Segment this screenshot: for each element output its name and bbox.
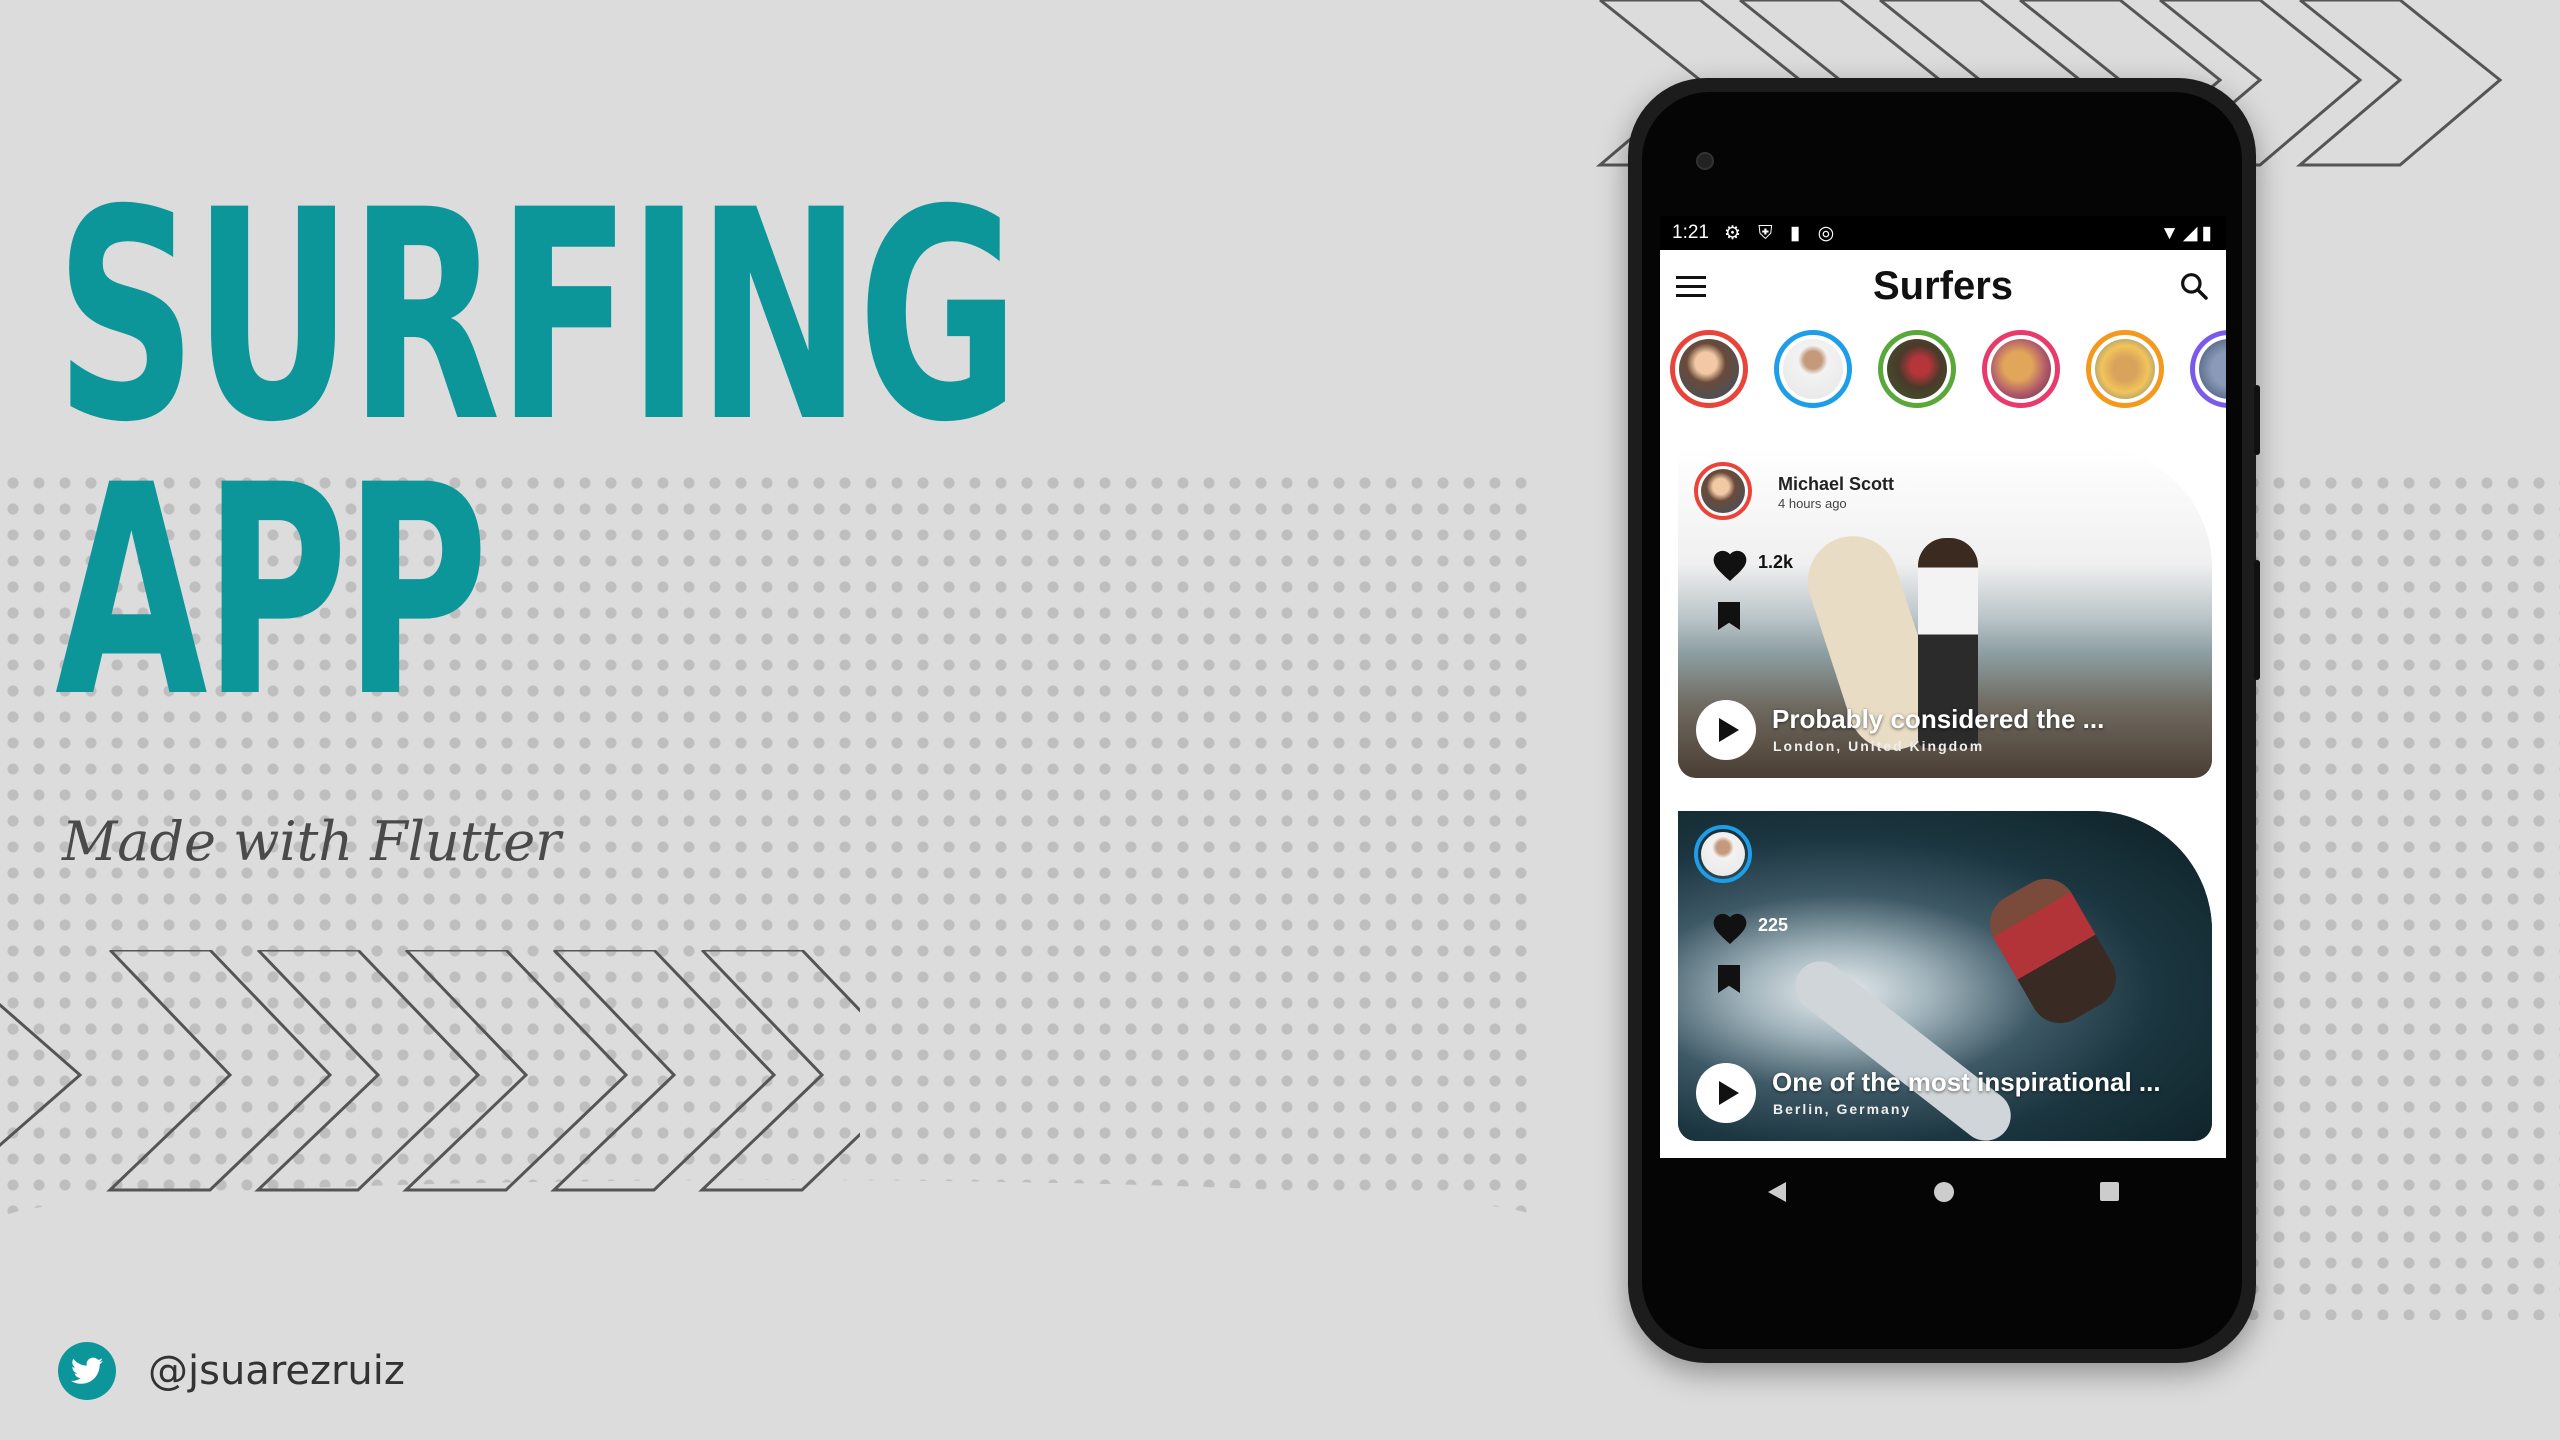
twitter-handle[interactable]: @jsuarezruiz <box>148 1348 405 1394</box>
like-count: 1.2k <box>1758 552 1794 572</box>
wave-mask <box>0 1180 1540 1440</box>
post-caption: Probably considered the ... <box>1772 704 2105 734</box>
search-icon[interactable] <box>2178 270 2210 302</box>
status-bar: 1:21 ⚙ ⛨ ▮ ◎ ▼◢▮ <box>1660 216 2226 250</box>
app-bar: Surfers <box>1660 250 2226 320</box>
story-avatar[interactable] <box>1670 330 1748 408</box>
back-icon[interactable] <box>1768 1182 1786 1202</box>
volume-button <box>2254 560 2260 680</box>
home-icon[interactable] <box>1934 1182 1954 1202</box>
halftone-pattern-right <box>2240 470 2560 1320</box>
post-location: Berlin, Germany <box>1773 1101 1912 1117</box>
recents-icon[interactable] <box>2100 1182 2119 1201</box>
stories-row <box>1670 330 2226 422</box>
story-avatar[interactable] <box>2190 330 2226 408</box>
like-count: 225 <box>1758 915 1789 935</box>
android-nav-bar <box>1660 1158 2226 1226</box>
status-icons-left: ⚙ ⛨ ▮ ◎ <box>1724 223 1841 244</box>
chevrons-left-icon <box>0 950 860 1192</box>
story-avatar[interactable] <box>2086 330 2164 408</box>
hero-title-line2: APP <box>55 424 489 761</box>
status-icons-right: ▼◢▮ <box>2160 223 2216 244</box>
heart-icon[interactable] <box>1710 546 1750 582</box>
post-avatar[interactable] <box>1694 825 1752 883</box>
story-avatar[interactable] <box>1982 330 2060 408</box>
hero-title: SURFING APP <box>55 149 1020 761</box>
post-avatar[interactable] <box>1694 462 1752 520</box>
tagline: Made with Flutter <box>62 810 561 873</box>
play-icon <box>1719 1081 1739 1105</box>
play-button[interactable] <box>1696 700 1756 760</box>
hero-title-line1: SURFING <box>55 149 1020 486</box>
post-card[interactable]: 225 One of the most inspirational ... Be… <box>1678 811 2212 1141</box>
post-caption: One of the most inspirational ... <box>1772 1067 2161 1097</box>
status-time: 1:21 <box>1672 222 1709 243</box>
post-location: London, United Kingdom <box>1773 738 1985 754</box>
app-title: Surfers <box>1872 264 2014 308</box>
heart-icon[interactable] <box>1710 909 1750 945</box>
story-avatar[interactable] <box>1878 330 1956 408</box>
camera-icon <box>1696 152 1714 170</box>
post-card[interactable]: Michael Scott 4 hours ago 1.2k Probably … <box>1678 448 2212 778</box>
power-button <box>2254 385 2260 455</box>
phone-screen: 1:21 ⚙ ⛨ ▮ ◎ ▼◢▮ Surfers Michael Scott 4… <box>1660 216 2226 1158</box>
play-icon <box>1719 718 1739 742</box>
post-time: 4 hours ago <box>1778 496 1847 511</box>
play-button[interactable] <box>1696 1063 1756 1123</box>
twitter-icon[interactable] <box>58 1342 116 1400</box>
story-avatar[interactable] <box>1774 330 1852 408</box>
post-author[interactable]: Michael Scott <box>1778 474 1894 495</box>
